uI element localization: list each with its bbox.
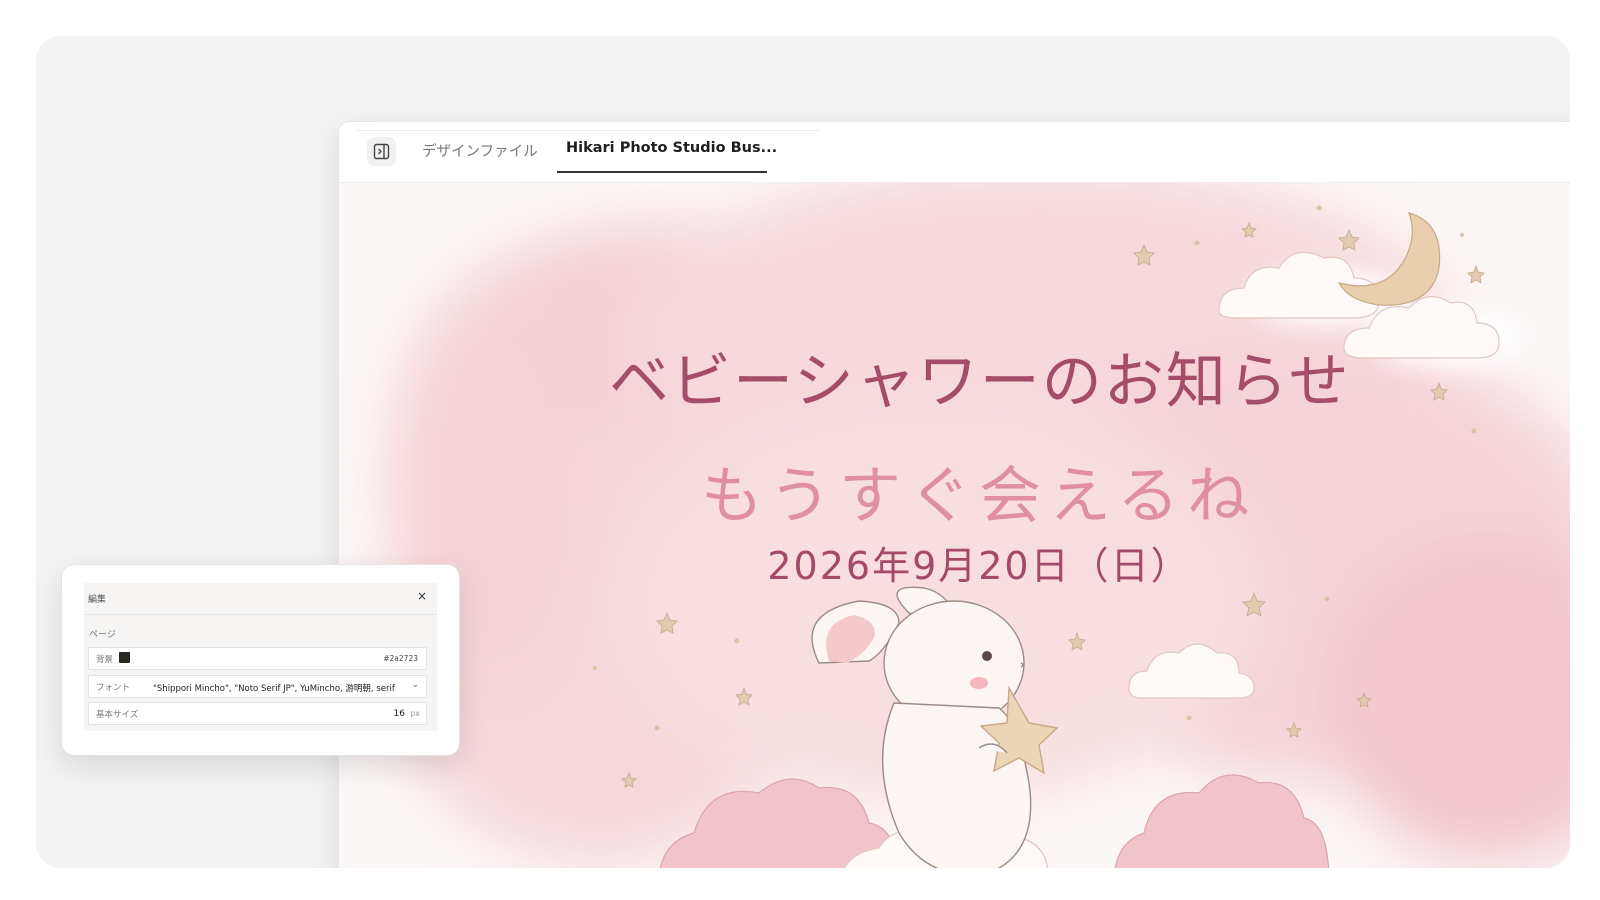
background-hex-value: #2a2723	[383, 654, 418, 663]
edit-panel-body: 編集 × ページ 背景 #2a2723 フォント "Shippori Minch…	[84, 583, 437, 731]
background-label: 背景	[96, 655, 114, 665]
cloud-bottom-right	[1114, 774, 1330, 868]
base-size-unit: px	[410, 709, 420, 718]
background-color-field[interactable]: 背景 #2a2723	[88, 647, 427, 670]
page-section-label: ページ	[89, 630, 116, 640]
active-tab-indicator	[557, 171, 767, 173]
font-label: フォント	[96, 683, 131, 693]
tab-bar: デザインファイル Hikari Photo Studio Bus...	[339, 122, 1570, 183]
card-title[interactable]: ベビーシャワーのお知らせ	[609, 333, 1349, 420]
panel-toggle-icon	[373, 143, 390, 160]
base-size-label: 基本サイズ	[96, 710, 139, 720]
font-value: "Shippori Mincho", "Noto Serif JP", YuMi…	[153, 684, 395, 694]
card-date[interactable]: 2026年9月20日（日）	[739, 535, 1219, 590]
font-select[interactable]: フォント "Shippori Mincho", "Noto Serif JP",…	[88, 675, 427, 698]
edit-panel-header: 編集 ×	[84, 583, 437, 615]
card-subtitle[interactable]: もうすぐ会えるね	[669, 445, 1289, 535]
close-icon[interactable]: ×	[417, 589, 427, 603]
tab-bar-divider	[357, 130, 819, 131]
tab-hikari-photo-studio[interactable]: Hikari Photo Studio Bus...	[566, 140, 777, 156]
color-swatch[interactable]	[119, 652, 130, 663]
document-window: デザインファイル Hikari Photo Studio Bus... ベビーシ…	[339, 122, 1570, 868]
base-size-input[interactable]: 16	[394, 709, 405, 719]
chevron-down-icon: ⌄	[411, 680, 419, 690]
edit-panel-title: 編集	[88, 595, 107, 605]
edit-panel: 編集 × ページ 背景 #2a2723 フォント "Shippori Minch…	[62, 565, 459, 755]
base-size-field[interactable]: 基本サイズ 16 px	[88, 702, 427, 725]
design-canvas[interactable]: ベビーシャワーのお知らせ もうすぐ会えるね 2026年9月20日（日）	[339, 183, 1570, 868]
tab-design-files[interactable]: デザインファイル	[422, 140, 538, 161]
sidebar-toggle-button[interactable]	[367, 137, 396, 166]
